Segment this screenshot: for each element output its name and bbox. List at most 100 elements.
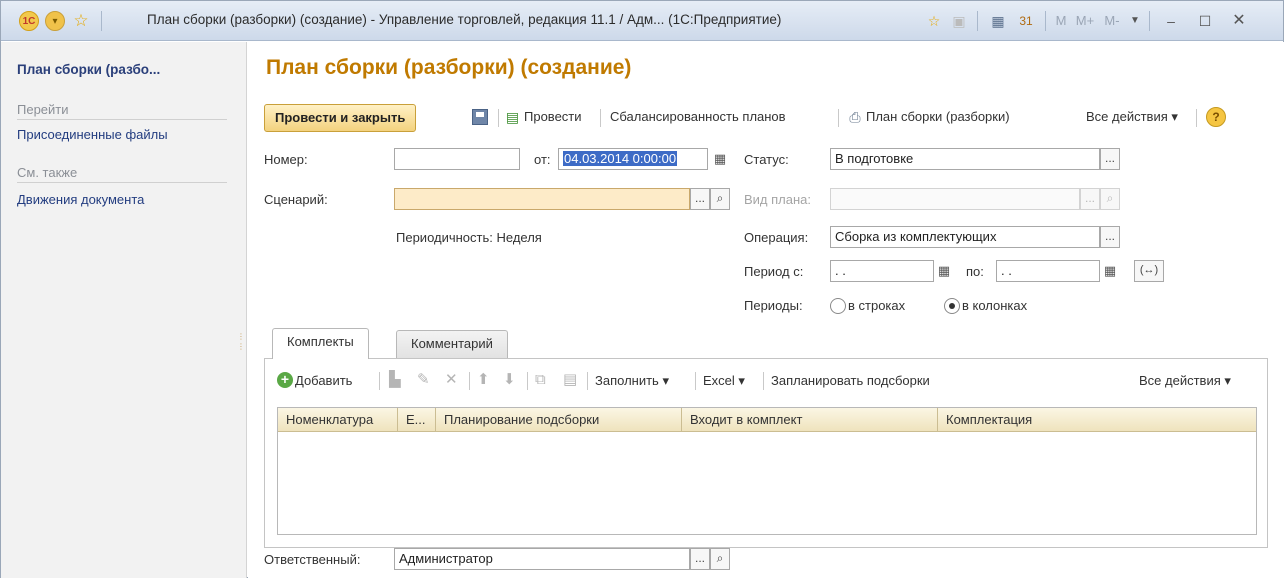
title-separator: [1149, 11, 1150, 31]
add-icon: +: [277, 372, 293, 388]
column-header-configuration[interactable]: Комплектация: [938, 408, 1256, 432]
app-window: 1С ▾ ☆ План сборки (разборки) (создание)…: [0, 0, 1284, 578]
toolbar-separator: [587, 372, 588, 390]
all-actions-menu[interactable]: Все действия ▾: [1086, 109, 1178, 125]
save-icon[interactable]: [472, 109, 488, 125]
period-to-calendar-icon[interactable]: ▦: [1102, 263, 1118, 279]
date-field[interactable]: 04.03.2014 0:00:00: [558, 148, 708, 170]
tab-comment[interactable]: Комментарий: [396, 330, 508, 358]
post-and-close-button[interactable]: Провести и закрыть: [264, 104, 417, 132]
sidebar-item-document-movements[interactable]: Движения документа: [17, 192, 144, 207]
column-header-nomenclature[interactable]: Номенклатура: [278, 408, 398, 432]
sidebar-item-attached-files[interactable]: Присоединенные файлы: [17, 127, 168, 142]
memory-m-plus-button[interactable]: M+: [1073, 10, 1097, 32]
navigation-panel: План сборки (разбо... Перейти Присоедине…: [1, 42, 247, 578]
main-menu-icon[interactable]: ▾: [45, 11, 65, 31]
add-favorite-star-icon[interactable]: ☆: [923, 10, 945, 32]
edit-icon[interactable]: ✎: [417, 371, 430, 389]
favorites-star-icon[interactable]: ☆: [71, 11, 91, 31]
number-label: Номер:: [264, 152, 308, 167]
tab-kits[interactable]: Комплекты: [272, 328, 369, 359]
responsible-field[interactable]: Администратор: [394, 548, 690, 570]
print-icon: ⎙: [849, 109, 861, 125]
panel-resize-grip-icon[interactable]: ⋮ ⋮: [237, 332, 245, 352]
periods-label: Периоды:: [744, 298, 803, 313]
paste-icon[interactable]: ▤: [563, 371, 577, 389]
fill-menu[interactable]: Заполнить ▾: [595, 373, 669, 389]
sidebar-see-also-header: См. также: [17, 165, 228, 183]
memory-m-minus-button[interactable]: M-: [1101, 10, 1123, 32]
plan-type-select-button: ...: [1080, 188, 1100, 210]
window-title: План сборки (разборки) (создание) - Упра…: [147, 12, 782, 27]
move-up-icon[interactable]: ⬆: [477, 371, 490, 389]
calendar-icon[interactable]: 31: [1015, 10, 1037, 32]
copy-icon[interactable]: ⧉: [535, 371, 546, 389]
toolbar-separator: [469, 372, 470, 390]
scenario-search-icon[interactable]: ⌕: [710, 188, 730, 210]
sidebar-doc-title[interactable]: План сборки (разбо...: [17, 62, 160, 77]
add-button[interactable]: Добавить: [295, 373, 352, 388]
dropdown-arrow-icon[interactable]: ▼: [1127, 10, 1143, 32]
operation-field[interactable]: Сборка из комплектующих: [830, 226, 1100, 248]
memory-m-button[interactable]: M: [1053, 10, 1069, 32]
toolbar-separator: [1196, 109, 1197, 127]
date-calendar-icon[interactable]: ▦: [712, 151, 728, 167]
fill-label: Заполнить: [595, 373, 659, 388]
toolbar-separator: [527, 372, 528, 390]
kits-tab-panel: + Добавить ▙ ✎ ✕ ⬆ ⬇ ⧉ ▤ Заполнить ▾ Exc…: [264, 358, 1268, 548]
date-value: 04.03.2014 0:00:00: [563, 151, 678, 166]
column-header-included-in-kit[interactable]: Входит в комплект: [682, 408, 938, 432]
status-field[interactable]: В подготовке: [830, 148, 1100, 170]
responsible-search-icon[interactable]: ⌕: [710, 548, 730, 570]
column-header-unit[interactable]: Е...: [398, 408, 436, 432]
period-from-calendar-icon[interactable]: ▦: [936, 263, 952, 279]
delete-icon[interactable]: ✕: [445, 371, 458, 389]
periods-rows-radio[interactable]: [830, 298, 846, 314]
help-icon[interactable]: ?: [1206, 107, 1226, 127]
toolbar-separator: [498, 109, 499, 127]
plan-type-search-icon: ⌕: [1100, 188, 1120, 210]
periods-rows-label: в строках: [848, 298, 906, 313]
excel-menu[interactable]: Excel ▾: [703, 373, 745, 389]
operation-label: Операция:: [744, 230, 809, 245]
history-icon[interactable]: ▣: [949, 10, 969, 32]
maximize-icon[interactable]: ☐: [1195, 10, 1215, 32]
status-select-button[interactable]: ...: [1100, 148, 1120, 170]
responsible-select-button[interactable]: ...: [690, 548, 710, 570]
move-down-icon[interactable]: ⬇: [503, 371, 516, 389]
period-to-label: по:: [966, 264, 984, 279]
calculator-icon[interactable]: ▦: [987, 10, 1009, 32]
grid-command-bar: + Добавить ▙ ✎ ✕ ⬆ ⬇ ⧉ ▤ Заполнить ▾ Exc…: [273, 369, 1261, 393]
close-icon[interactable]: ✕: [1229, 10, 1249, 32]
plans-balance-button[interactable]: Сбалансированность планов: [610, 109, 786, 124]
scenario-select-button[interactable]: ...: [690, 188, 710, 210]
number-field[interactable]: [394, 148, 520, 170]
table-header: Номенклатура Е... Планирование подсборки…: [278, 408, 1256, 432]
period-select-button[interactable]: (↔): [1134, 260, 1164, 282]
date-from-label: от:: [534, 152, 551, 167]
post-button[interactable]: Провести: [524, 109, 582, 124]
minimize-icon[interactable]: –: [1161, 10, 1181, 32]
scenario-field[interactable]: [394, 188, 690, 210]
plan-type-label: Вид плана:: [744, 192, 812, 207]
grid-all-actions-menu[interactable]: Все действия ▾: [1139, 373, 1231, 389]
title-separator: [977, 11, 978, 31]
print-assembly-plan-button[interactable]: План сборки (разборки): [866, 109, 1010, 124]
kits-table[interactable]: Номенклатура Е... Планирование подсборки…: [277, 407, 1257, 535]
sidebar-goto-header: Перейти: [17, 102, 226, 120]
post-document-icon: ▤: [505, 109, 520, 125]
responsible-label: Ответственный:: [264, 552, 361, 567]
schedule-subassembly-button[interactable]: Запланировать подсборки: [771, 373, 930, 388]
operation-select-button[interactable]: ...: [1100, 226, 1120, 248]
column-header-subassembly-planning[interactable]: Планирование подсборки: [436, 408, 682, 432]
period-from-field[interactable]: . .: [830, 260, 934, 282]
toolbar-separator: [695, 372, 696, 390]
form-area: План сборки (разборки) (создание) Провес…: [248, 42, 1284, 578]
copy-row-icon[interactable]: ▙: [389, 371, 401, 389]
toolbar-separator: [763, 372, 764, 390]
app-logo-icon[interactable]: 1С: [19, 11, 39, 31]
period-to-field[interactable]: . .: [996, 260, 1100, 282]
title-separator: [101, 11, 102, 31]
periods-columns-radio[interactable]: [944, 298, 960, 314]
periods-columns-label: в колонках: [962, 298, 1028, 313]
